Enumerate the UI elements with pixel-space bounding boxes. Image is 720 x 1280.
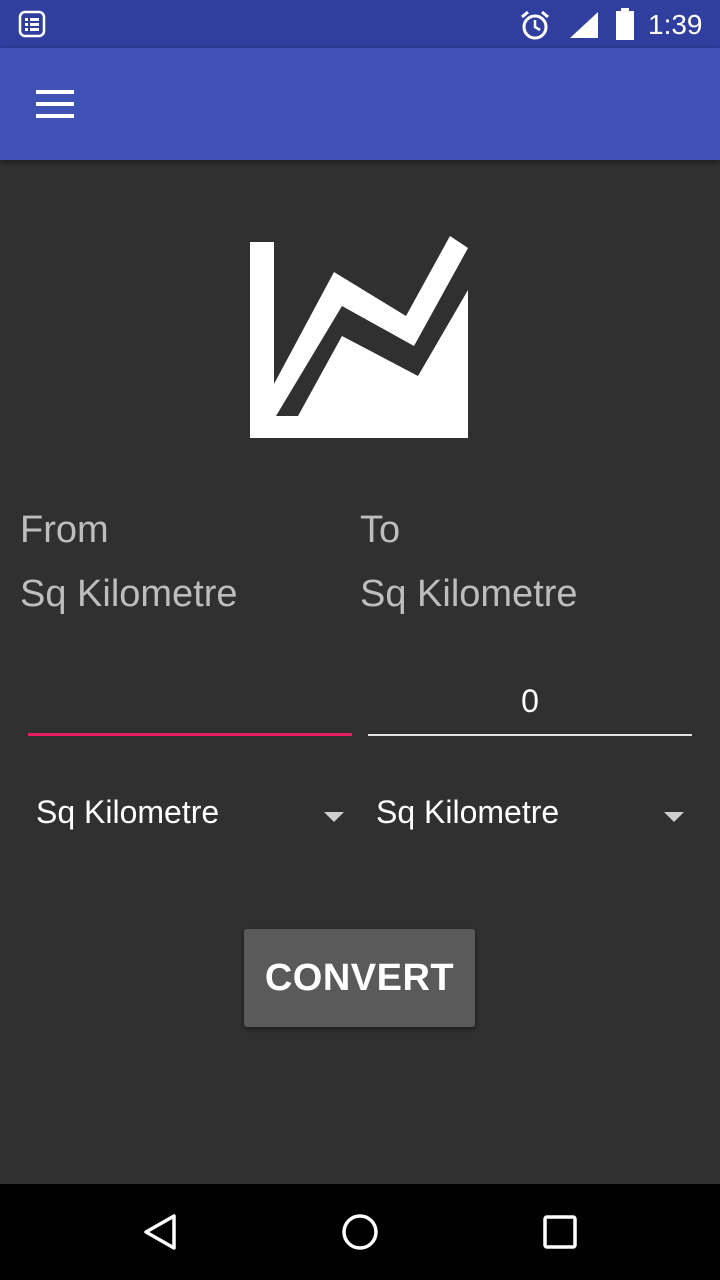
battery-icon bbox=[616, 8, 634, 40]
dropdown-caret-icon bbox=[324, 812, 344, 822]
dropdown-caret-icon bbox=[664, 812, 684, 822]
notification-list-icon bbox=[18, 10, 46, 38]
app-bar bbox=[0, 48, 720, 160]
home-icon[interactable] bbox=[336, 1208, 384, 1256]
converter-screen: 1:39 From Sq Kilometre To Sq Kilometre 0… bbox=[0, 0, 720, 1280]
alarm-icon bbox=[521, 10, 549, 40]
from-unit-label: Sq Kilometre bbox=[20, 573, 238, 615]
from-unit-spinner[interactable]: Sq Kilometre bbox=[28, 786, 352, 846]
to-unit-label: Sq Kilometre bbox=[360, 573, 578, 615]
menu-button[interactable] bbox=[22, 80, 74, 128]
from-title: From bbox=[20, 509, 109, 551]
from-unit-selected: Sq Kilometre bbox=[36, 794, 220, 830]
to-value-output[interactable]: 0 bbox=[368, 676, 692, 736]
back-icon[interactable] bbox=[136, 1208, 184, 1256]
signal-icon bbox=[570, 12, 598, 38]
navigation-bar bbox=[0, 1184, 720, 1280]
status-bar: 1:39 bbox=[0, 0, 720, 48]
to-unit-selected: Sq Kilometre bbox=[376, 794, 560, 830]
recents-icon[interactable] bbox=[536, 1208, 584, 1256]
to-title: To bbox=[360, 509, 401, 551]
from-value-input[interactable] bbox=[28, 676, 352, 736]
status-time: 1:39 bbox=[648, 9, 703, 40]
area-chart-icon bbox=[250, 236, 468, 438]
to-unit-spinner[interactable]: Sq Kilometre bbox=[368, 786, 692, 846]
convert-button[interactable]: CONVERT bbox=[244, 929, 475, 1027]
